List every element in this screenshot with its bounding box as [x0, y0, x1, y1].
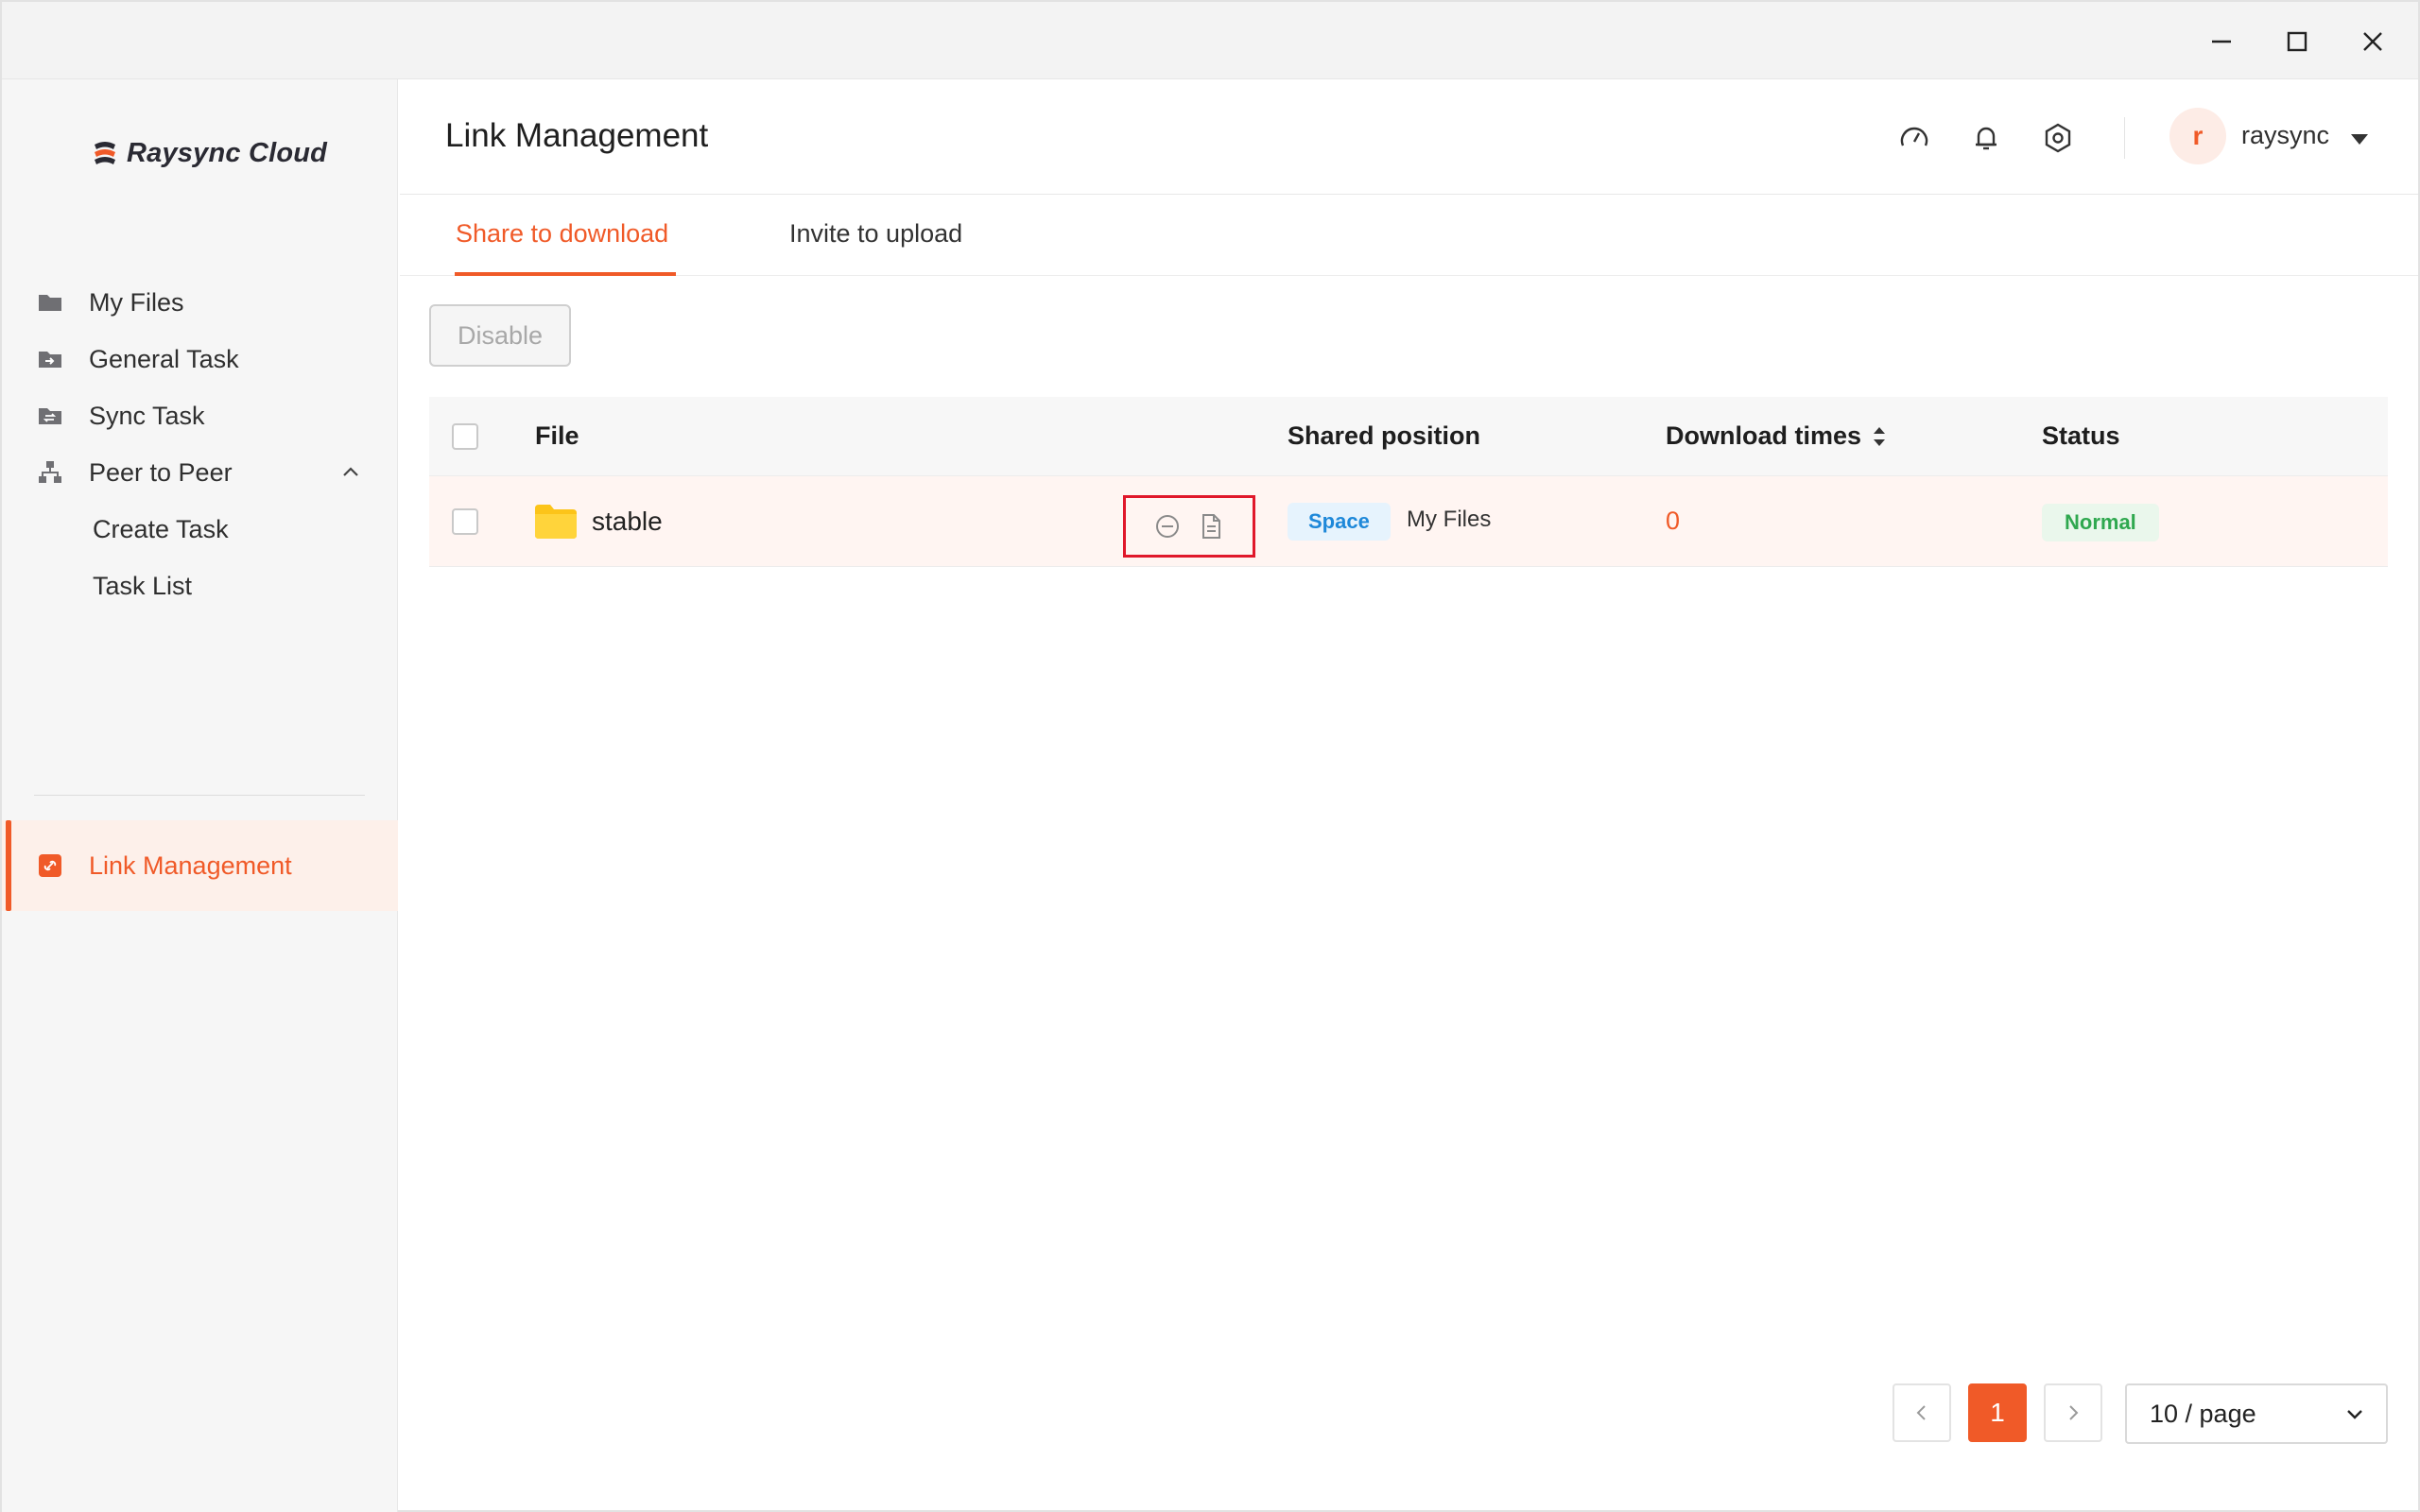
app-window: Raysync Cloud My Files General Task Sync…	[0, 0, 2420, 1512]
column-header-shared-position: Shared position	[1288, 421, 1480, 451]
page-title: Link Management	[445, 117, 709, 154]
tab-invite-to-upload[interactable]: Invite to upload	[789, 219, 962, 249]
settings-icon[interactable]	[2039, 119, 2077, 157]
maximize-icon[interactable]	[2276, 21, 2318, 62]
disable-link-icon[interactable]	[1152, 511, 1183, 541]
table-header: File Shared position Download times Stat…	[429, 397, 2388, 476]
sidebar-item-link-management[interactable]: Link Management	[2, 820, 398, 911]
sidebar-item-task-list[interactable]: Task List	[2, 541, 398, 631]
page-size-value: 10 / page	[2150, 1399, 2256, 1428]
column-label: Shared position	[1288, 421, 1481, 450]
sidebar-item-label: Task List	[93, 571, 193, 600]
shared-position: My Files	[1407, 507, 1492, 532]
file-name[interactable]: stable	[592, 507, 663, 537]
speed-icon[interactable]	[1895, 119, 1933, 157]
row-checkbox[interactable]	[452, 508, 478, 535]
logo-text: Raysync Cloud	[127, 137, 328, 168]
links-table: File Shared position Download times Stat…	[429, 397, 2388, 567]
sidebar-item-label: Link Management	[89, 850, 292, 880]
page-header: Link Management r raysync	[400, 79, 2418, 195]
next-page-button[interactable]	[2044, 1383, 2102, 1442]
details-icon[interactable]	[1196, 511, 1226, 541]
header-divider	[2124, 117, 2125, 159]
app-logo: Raysync Cloud	[91, 134, 327, 172]
general-task-icon	[36, 345, 64, 373]
position-tag: Space	[1288, 503, 1391, 541]
page-size-select[interactable]: 10 / page	[2125, 1383, 2388, 1444]
column-label: Status	[2042, 421, 2120, 450]
raysync-logo-icon	[95, 142, 115, 164]
chevron-right-icon	[2069, 1405, 2079, 1420]
close-icon[interactable]	[2352, 21, 2394, 62]
sidebar-divider	[34, 795, 365, 796]
minimize-icon[interactable]	[2201, 21, 2242, 62]
link-icon	[36, 851, 64, 880]
sidebar-item-label: Peer to Peer	[89, 457, 233, 487]
row-actions	[1123, 495, 1255, 558]
sidebar-item-label: Create Task	[93, 514, 229, 543]
chevron-up-icon[interactable]	[337, 459, 364, 486]
column-header-file: File	[535, 421, 579, 451]
sidebar-item-label: General Task	[89, 344, 239, 373]
sidebar-item-label: Sync Task	[89, 401, 205, 430]
column-header-status: Status	[2042, 421, 2120, 451]
username[interactable]: raysync	[2241, 121, 2329, 150]
title-bar	[2, 2, 2418, 79]
sync-task-icon	[36, 402, 64, 430]
sidebar: Raysync Cloud My Files General Task Sync…	[2, 79, 398, 1512]
column-header-download-times[interactable]: Download times	[1666, 421, 1888, 451]
folder-icon	[36, 288, 64, 317]
disable-button[interactable]: Disable	[429, 304, 571, 367]
chevron-left-icon	[1916, 1405, 1926, 1420]
tab-bar: Share to download Invite to upload	[400, 195, 2418, 276]
avatar[interactable]: r	[2169, 108, 2226, 164]
select-all-checkbox[interactable]	[452, 423, 478, 450]
column-label: File	[535, 421, 579, 450]
sidebar-item-label: My Files	[89, 287, 184, 317]
active-tab-indicator	[455, 272, 676, 276]
column-label: Download times	[1666, 421, 1862, 450]
bell-icon[interactable]	[1967, 119, 2005, 157]
tab-share-to-download[interactable]: Share to download	[456, 219, 668, 249]
folder-icon	[535, 505, 577, 539]
page-button-current[interactable]: 1	[1968, 1383, 2027, 1442]
caret-down-icon[interactable]	[2347, 127, 2372, 151]
status-badge: Normal	[2042, 504, 2159, 541]
network-icon	[36, 458, 64, 487]
table-row[interactable]: stable Space My Files 0 Normal	[429, 476, 2388, 567]
chevron-down-icon	[2347, 1410, 2362, 1419]
prev-page-button[interactable]	[1893, 1383, 1951, 1442]
download-times: 0	[1666, 507, 1681, 535]
sort-icon[interactable]	[1871, 423, 1888, 450]
